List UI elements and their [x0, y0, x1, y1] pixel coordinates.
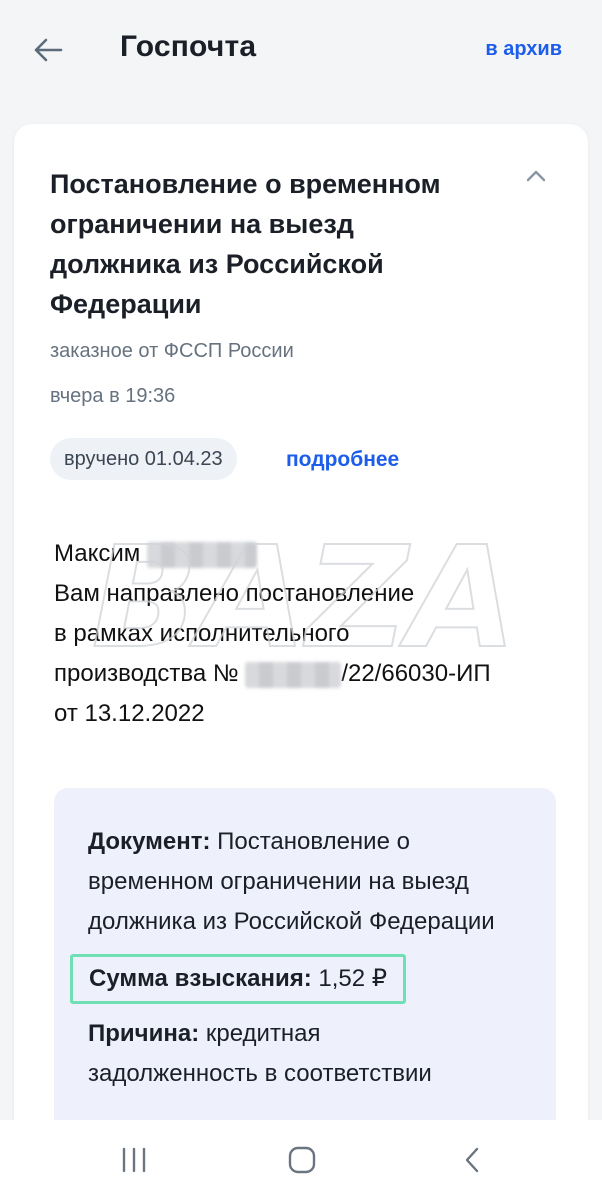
- body-line: в рамках исполнительного: [54, 620, 350, 647]
- body-line: Вам направлено постановление: [54, 580, 415, 607]
- document-label: Документ:: [88, 828, 211, 855]
- back-button[interactable]: [26, 28, 70, 72]
- addressee-line: Максим: [54, 534, 564, 574]
- reason-row: Причина: кредитная задолженность в соотв…: [88, 1014, 528, 1094]
- home-icon: [288, 1146, 316, 1174]
- amount-value: 1,52 ₽: [318, 965, 388, 992]
- letter-body: Максим Вам направлено постановление в ра…: [54, 534, 564, 734]
- status-badge: вручено 01.04.23: [50, 438, 237, 480]
- system-back-button[interactable]: [452, 1142, 492, 1178]
- document-info-box: Документ: Постановление о временном огра…: [54, 788, 556, 1144]
- amount-label: Сумма взыскания:: [89, 965, 312, 992]
- archive-button[interactable]: в архив: [485, 38, 562, 61]
- reason-continuation: задолженность в соответствии: [88, 1060, 432, 1087]
- redacted-surname: [146, 541, 257, 568]
- case-number-line: производства № /22/66030-ИП: [54, 654, 564, 694]
- redacted-case-number: [245, 661, 342, 688]
- chevron-up-icon: [526, 170, 546, 182]
- amount-highlight: Сумма взыскания: 1,52 ₽: [70, 954, 407, 1004]
- chevron-left-icon: [465, 1147, 479, 1173]
- letter-card: Постановление о временном ограничении на…: [14, 124, 588, 1144]
- arrow-left-icon: [34, 38, 63, 62]
- collapse-button[interactable]: [520, 160, 552, 192]
- case-number-suffix: /22/66030-ИП: [341, 660, 491, 687]
- body-line: от 13.12.2022: [54, 700, 205, 727]
- letter-sender: заказное от ФССП России: [50, 340, 294, 362]
- case-number-prefix: производства №: [54, 660, 239, 687]
- reason-value: кредитная: [205, 1020, 321, 1047]
- letter-subject: Постановление о временном ограничении на…: [50, 169, 441, 319]
- document-row: Документ: Постановление о временном огра…: [88, 822, 528, 942]
- letter-time: вчера в 19:36: [50, 385, 176, 407]
- page-title: Госпочта: [120, 30, 257, 63]
- reason-label: Причина:: [88, 1020, 200, 1047]
- details-link[interactable]: подробнее: [286, 448, 399, 472]
- system-nav-bar: [0, 1120, 602, 1200]
- app-header: Госпочта в архив: [0, 0, 602, 100]
- addressee-name: Максим: [54, 540, 141, 567]
- recent-apps-button[interactable]: [114, 1142, 154, 1178]
- recent-apps-icon: [122, 1147, 146, 1173]
- document-info-content: Документ: Постановление о временном огра…: [70, 822, 528, 1094]
- home-button[interactable]: [282, 1142, 322, 1178]
